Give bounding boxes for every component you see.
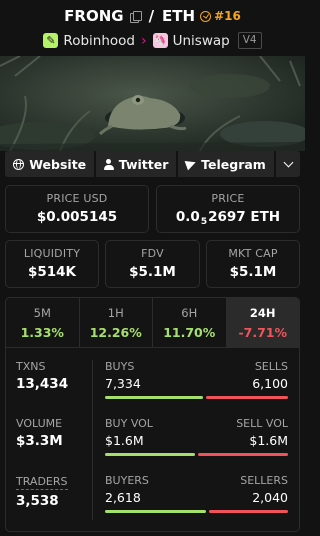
more-links-button[interactable] [276, 151, 300, 177]
sellers-label: SELLERS [240, 474, 288, 487]
txns-value: 13,434 [16, 376, 69, 392]
sell-vol-value: $1.6M [249, 433, 288, 448]
pair-header: FRONG / ETH #16 ✎ Robinhood › 🦄 Uniswap … [0, 0, 305, 54]
market-cap-label: MKT CAP [228, 247, 278, 260]
trending-rank: #16 [214, 9, 241, 23]
price-native-card: PRICE 0.052697 ETH [156, 185, 300, 233]
fdv-card: FDV $5.1M [105, 240, 200, 288]
quote-symbol: ETH [162, 7, 196, 25]
volume-stat: VOLUME $3.3M [16, 417, 63, 449]
tab-change: 12.26% [89, 325, 142, 340]
chain-name[interactable]: Robinhood [63, 33, 135, 49]
chevron-down-icon [283, 157, 294, 167]
buys-bar-fill [105, 396, 204, 399]
tab-label: 6H [181, 306, 198, 320]
person-icon [103, 158, 114, 170]
sells-label: SELLS [254, 360, 288, 373]
tab-label: 24H [249, 306, 276, 320]
website-label: Website [29, 156, 87, 172]
stats-panel: 5M 1.33% 1H 12.26% 6H 11.70% 24H -7.71% … [5, 297, 300, 532]
telegram-label: Telegram [201, 156, 266, 172]
buyers-sellers-bar [105, 510, 288, 513]
buyers-value: 2,618 [105, 490, 141, 505]
tab-change: -7.71% [238, 325, 288, 340]
pair-slash: / [148, 7, 155, 25]
liquidity-card: LIQUIDITY $514K [5, 240, 99, 288]
volume-value: $3.3M [16, 433, 63, 449]
buys-label: BUYS [105, 360, 135, 373]
buy-vol-label: BUY VOL [105, 417, 153, 430]
social-links-bar: Website Twitter Telegram [5, 151, 300, 177]
price-usd-value: $0.005145 [36, 209, 118, 225]
tab-change: 1.33% [20, 325, 64, 340]
telegram-button[interactable]: Telegram [177, 151, 275, 177]
column-divider [92, 360, 93, 520]
twitter-button[interactable]: Twitter [96, 151, 176, 177]
chain-icon: ✎ [43, 33, 59, 48]
sellers-value: 2,040 [252, 490, 288, 505]
tab-label: 1H [107, 306, 124, 320]
website-button[interactable]: Website [5, 151, 95, 177]
sellers-bar-fill [209, 510, 288, 513]
traders-label[interactable]: TRADERS [16, 475, 68, 490]
copy-icon[interactable] [129, 10, 142, 23]
tab-6h[interactable]: 6H 11.70% [153, 298, 227, 347]
buyers-label: BUYERS [105, 474, 149, 487]
sells-value: 6,100 [252, 376, 288, 391]
twitter-label: Twitter [118, 156, 169, 172]
volume-split-row: BUY VOL SELL VOL $1.6M $1.6M [105, 417, 288, 456]
price-native-value: 0.052697 ETH [157, 209, 299, 227]
frog-pond-illustration [0, 56, 305, 151]
buyers-bar-fill [105, 510, 207, 513]
txns-label: TXNS [16, 360, 46, 373]
version-badge: V4 [237, 32, 262, 49]
fdv-label: FDV [141, 247, 164, 260]
buy-vol-value: $1.6M [105, 433, 144, 448]
buyers-sellers-row: BUYERS SELLERS 2,618 2,040 [105, 474, 288, 513]
traders-stat: TRADERS 3,538 [16, 474, 68, 509]
liquidity-value: $514K [27, 264, 77, 280]
token-banner-image [0, 56, 305, 151]
txns-stat: TXNS 13,434 [16, 360, 68, 392]
globe-icon [13, 158, 25, 170]
price-native-prefix: 0.0 [175, 209, 200, 225]
buys-sells-row: BUYS SELLS 7,334 6,100 [105, 360, 288, 399]
trending-badge[interactable]: #16 [200, 9, 241, 23]
market-cap-card: MKT CAP $5.1M [206, 240, 300, 288]
price-native-label: PRICE [211, 192, 245, 205]
tab-label: 5M [33, 306, 51, 320]
pair-title: FRONG / ETH #16 [0, 7, 305, 25]
dex-name[interactable]: Uniswap [173, 33, 230, 49]
chevron-right-icon: › [140, 32, 147, 49]
chain-dex-row: ✎ Robinhood › 🦄 Uniswap V4 [0, 32, 305, 49]
tab-5m[interactable]: 5M 1.33% [6, 298, 80, 347]
token-symbol: FRONG [64, 7, 124, 25]
price-usd-card: PRICE USD $0.005145 [5, 185, 149, 233]
liquidity-label: LIQUIDITY [23, 247, 81, 260]
price-usd-label: PRICE USD [46, 192, 108, 205]
tab-24h[interactable]: 24H -7.71% [226, 298, 299, 347]
price-native-zero-count: 5 [200, 217, 208, 227]
buys-sells-bar [105, 396, 288, 399]
plane-icon [184, 157, 198, 171]
timeframe-tabs: 5M 1.33% 1H 12.26% 6H 11.70% 24H -7.71% [6, 298, 299, 348]
buys-value: 7,334 [105, 376, 141, 391]
sell-vol-label: SELL VOL [236, 417, 288, 430]
sell-vol-bar-fill [198, 453, 288, 456]
buy-vol-bar-fill [105, 453, 195, 456]
tab-1h[interactable]: 1H 12.26% [80, 298, 153, 347]
traders-value: 3,538 [16, 493, 59, 509]
tab-change: 11.70% [163, 325, 216, 340]
volume-label: VOLUME [16, 417, 63, 430]
sells-bar-fill [206, 396, 288, 399]
trend-icon [200, 10, 212, 22]
price-native-digits: 2697 ETH [208, 209, 281, 225]
fdv-value: $5.1M [129, 264, 176, 280]
dex-icon: 🦄 [152, 33, 168, 48]
market-cap-value: $5.1M [229, 264, 277, 280]
volume-split-bar [105, 453, 288, 456]
